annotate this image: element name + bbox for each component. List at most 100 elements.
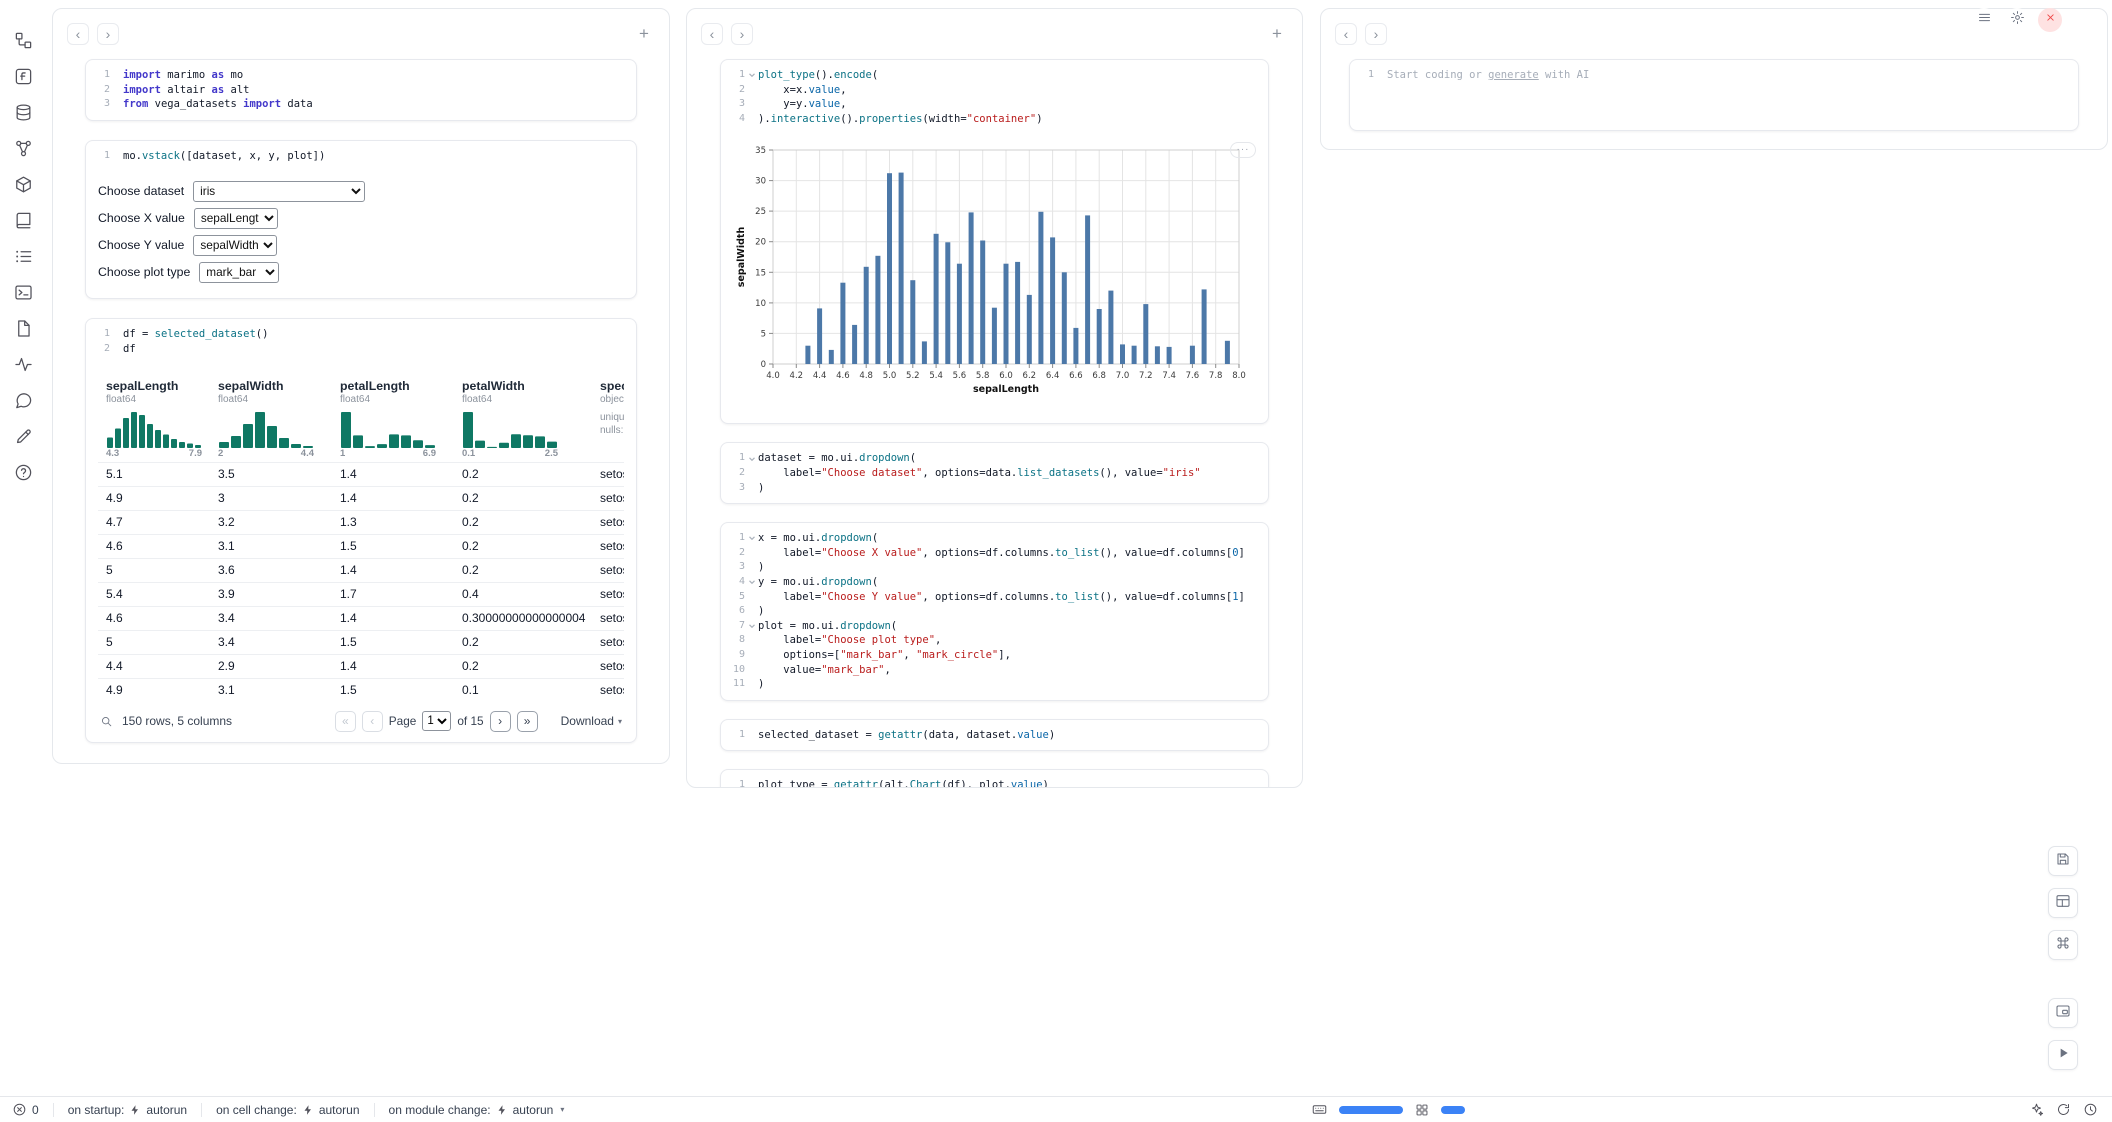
- code-editor[interactable]: 1dataset = mo.ui.dropdown(2 label="Choos…: [721, 443, 1268, 503]
- packages-icon[interactable]: [13, 174, 33, 194]
- code-editor[interactable]: 1plot_type = getattr(alt.Chart(df), plot…: [721, 770, 1268, 788]
- code-editor[interactable]: 1x = mo.ui.dropdown(2 label="Choose X va…: [721, 523, 1268, 700]
- code-cell-dataset-dropdown[interactable]: 1dataset = mo.ui.dropdown(2 label="Choos…: [720, 442, 1269, 504]
- altair-chart-output[interactable]: ··· 4.04.24.44.64.85.05.25.45.65.86.06.2…: [721, 134, 1268, 423]
- next-page-button[interactable]: ›: [490, 711, 511, 732]
- code-text[interactable]: dataset = mo.ui.dropdown(: [758, 451, 1258, 466]
- table-row[interactable]: 4.63.41.40.30000000000000004setosa: [98, 606, 624, 630]
- code-text[interactable]: x=x.value,: [758, 83, 1258, 98]
- fold-toggle-icon[interactable]: [745, 68, 758, 83]
- column-move-left-button[interactable]: ‹: [67, 23, 89, 45]
- column-move-right-button[interactable]: ›: [731, 23, 753, 45]
- fold-toggle-icon[interactable]: [745, 619, 758, 634]
- code-text[interactable]: y = mo.ui.dropdown(: [758, 575, 1258, 590]
- column-move-left-button[interactable]: ‹: [1335, 23, 1357, 45]
- code-text[interactable]: label="Choose Y value", options=df.colum…: [758, 590, 1258, 605]
- code-cell-widget-dropdowns[interactable]: 1x = mo.ui.dropdown(2 label="Choose X va…: [720, 522, 1269, 701]
- add-cell-button[interactable]: +: [633, 23, 655, 45]
- restart-icon[interactable]: [2056, 1102, 2071, 1117]
- save-notebook-button[interactable]: [2048, 846, 2078, 876]
- download-button[interactable]: Download ▾: [561, 714, 622, 728]
- code-text[interactable]: value="mark_bar",: [758, 663, 1258, 678]
- chat-icon[interactable]: [13, 390, 33, 410]
- column-move-right-button[interactable]: ›: [1365, 23, 1387, 45]
- code-cell-selected-dataset[interactable]: 1selected_dataset = getattr(data, datase…: [720, 719, 1269, 752]
- column-header-sepalLength[interactable]: sepalLengthfloat644.37.9: [98, 375, 210, 463]
- code-text[interactable]: ): [758, 604, 1258, 619]
- dataset-select[interactable]: iris: [193, 181, 365, 202]
- bar-chart[interactable]: 4.04.24.44.64.85.05.25.45.65.86.06.26.46…: [733, 140, 1258, 413]
- clock-icon[interactable]: [2083, 1102, 2098, 1117]
- x-value-select[interactable]: sepalLength: [194, 208, 278, 229]
- column-move-right-button[interactable]: ›: [97, 23, 119, 45]
- table-row[interactable]: 5.13.51.40.2setosa: [98, 462, 624, 486]
- code-editor[interactable]: 1df = selected_dataset()2df: [86, 319, 636, 364]
- empty-code-cell[interactable]: 1Start coding or generate with AI: [1349, 59, 2079, 131]
- column-header-petalLength[interactable]: petalLengthfloat6416.9: [332, 375, 454, 463]
- panel-layout-button[interactable]: [2048, 888, 2078, 918]
- menu-button[interactable]: [1972, 8, 1996, 32]
- autorun-setting[interactable]: on startup:autorun: [68, 1103, 187, 1117]
- scratchpad-icon[interactable]: [13, 426, 33, 446]
- grid-icon[interactable]: [1415, 1103, 1429, 1117]
- code-text[interactable]: label="Choose X value", options=df.colum…: [758, 546, 1258, 561]
- minimap-button[interactable]: [2048, 998, 2078, 1028]
- code-text[interactable]: ): [758, 677, 1258, 692]
- shutdown-button[interactable]: [2038, 8, 2062, 32]
- code-cell-dataframe[interactable]: 1df = selected_dataset()2df sepalLengthf…: [85, 318, 637, 742]
- memory-usage-bar[interactable]: [1339, 1106, 1403, 1114]
- chart-menu-button[interactable]: ···: [1230, 142, 1256, 158]
- code-text[interactable]: ).interactive().properties(width="contai…: [758, 112, 1258, 127]
- code-text[interactable]: selected_dataset = getattr(data, dataset…: [758, 728, 1258, 743]
- add-cell-button[interactable]: +: [1266, 23, 1288, 45]
- dependency-graph-icon[interactable]: [13, 138, 33, 158]
- code-text[interactable]: import altair as alt: [123, 83, 626, 98]
- ai-sparkle-icon[interactable]: [2029, 1102, 2044, 1117]
- code-text[interactable]: Start coding or generate with AI: [1387, 68, 2068, 83]
- code-text[interactable]: y=y.value,: [758, 97, 1258, 112]
- column-header-species[interactable]: speciesobjectunique:nulls:: [592, 375, 624, 463]
- code-text[interactable]: import marimo as mo: [123, 68, 626, 83]
- plot-type-select[interactable]: mark_bar: [199, 262, 279, 283]
- code-text[interactable]: label="Choose dataset", options=data.lis…: [758, 466, 1258, 481]
- file-explorer-icon[interactable]: [13, 30, 33, 50]
- code-text[interactable]: df = selected_dataset(): [123, 327, 626, 342]
- tracing-icon[interactable]: [13, 354, 33, 374]
- cpu-usage-bar[interactable]: [1441, 1106, 1465, 1114]
- table-row[interactable]: 53.41.50.2setosa: [98, 630, 624, 654]
- column-header-sepalWidth[interactable]: sepalWidthfloat6424.4: [210, 375, 332, 463]
- column-header-petalWidth[interactable]: petalWidthfloat640.12.5: [454, 375, 592, 463]
- logs-icon[interactable]: [13, 282, 33, 302]
- code-text[interactable]: plot = mo.ui.dropdown(: [758, 619, 1258, 634]
- run-all-button[interactable]: [2048, 1040, 2078, 1070]
- fold-toggle-icon[interactable]: [745, 531, 758, 546]
- code-text[interactable]: plot_type().encode(: [758, 68, 1258, 83]
- autorun-setting[interactable]: on cell change:autorun: [216, 1103, 359, 1117]
- code-editor[interactable]: 1Start coding or generate with AI: [1350, 60, 2078, 91]
- outline-icon[interactable]: [13, 246, 33, 266]
- keyboard-icon[interactable]: [1312, 1102, 1327, 1117]
- error-count-indicator[interactable]: 0: [12, 1102, 39, 1117]
- table-row[interactable]: 4.42.91.40.2setosa: [98, 654, 624, 678]
- documentation-icon[interactable]: [13, 210, 33, 230]
- prev-page-button[interactable]: ‹: [362, 711, 383, 732]
- fold-toggle-icon[interactable]: [745, 575, 758, 590]
- settings-button[interactable]: [2005, 8, 2029, 32]
- code-text[interactable]: df: [123, 342, 626, 357]
- code-cell-plot[interactable]: 1plot_type().encode(2 x=x.value,3 y=y.va…: [720, 59, 1269, 424]
- y-value-select[interactable]: sepalWidth: [193, 235, 277, 256]
- column-move-left-button[interactable]: ‹: [701, 23, 723, 45]
- code-cell-vstack[interactable]: 1mo.vstack([dataset, x, y, plot]) Choose…: [85, 140, 637, 300]
- code-text[interactable]: ): [758, 481, 1258, 496]
- code-text[interactable]: ): [758, 560, 1258, 575]
- keyboard-shortcuts-button[interactable]: [2048, 930, 2078, 960]
- code-editor[interactable]: 1plot_type().encode(2 x=x.value,3 y=y.va…: [721, 60, 1268, 134]
- table-row[interactable]: 4.93.11.50.1setosa: [98, 678, 624, 702]
- fold-toggle-icon[interactable]: [745, 451, 758, 466]
- snippets-icon[interactable]: [13, 318, 33, 338]
- table-row[interactable]: 5.43.91.70.4setosa: [98, 582, 624, 606]
- variables-icon[interactable]: [13, 66, 33, 86]
- table-row[interactable]: 53.61.40.2setosa: [98, 558, 624, 582]
- code-text[interactable]: options=["mark_bar", "mark_circle"],: [758, 648, 1258, 663]
- first-page-button[interactable]: «: [335, 711, 356, 732]
